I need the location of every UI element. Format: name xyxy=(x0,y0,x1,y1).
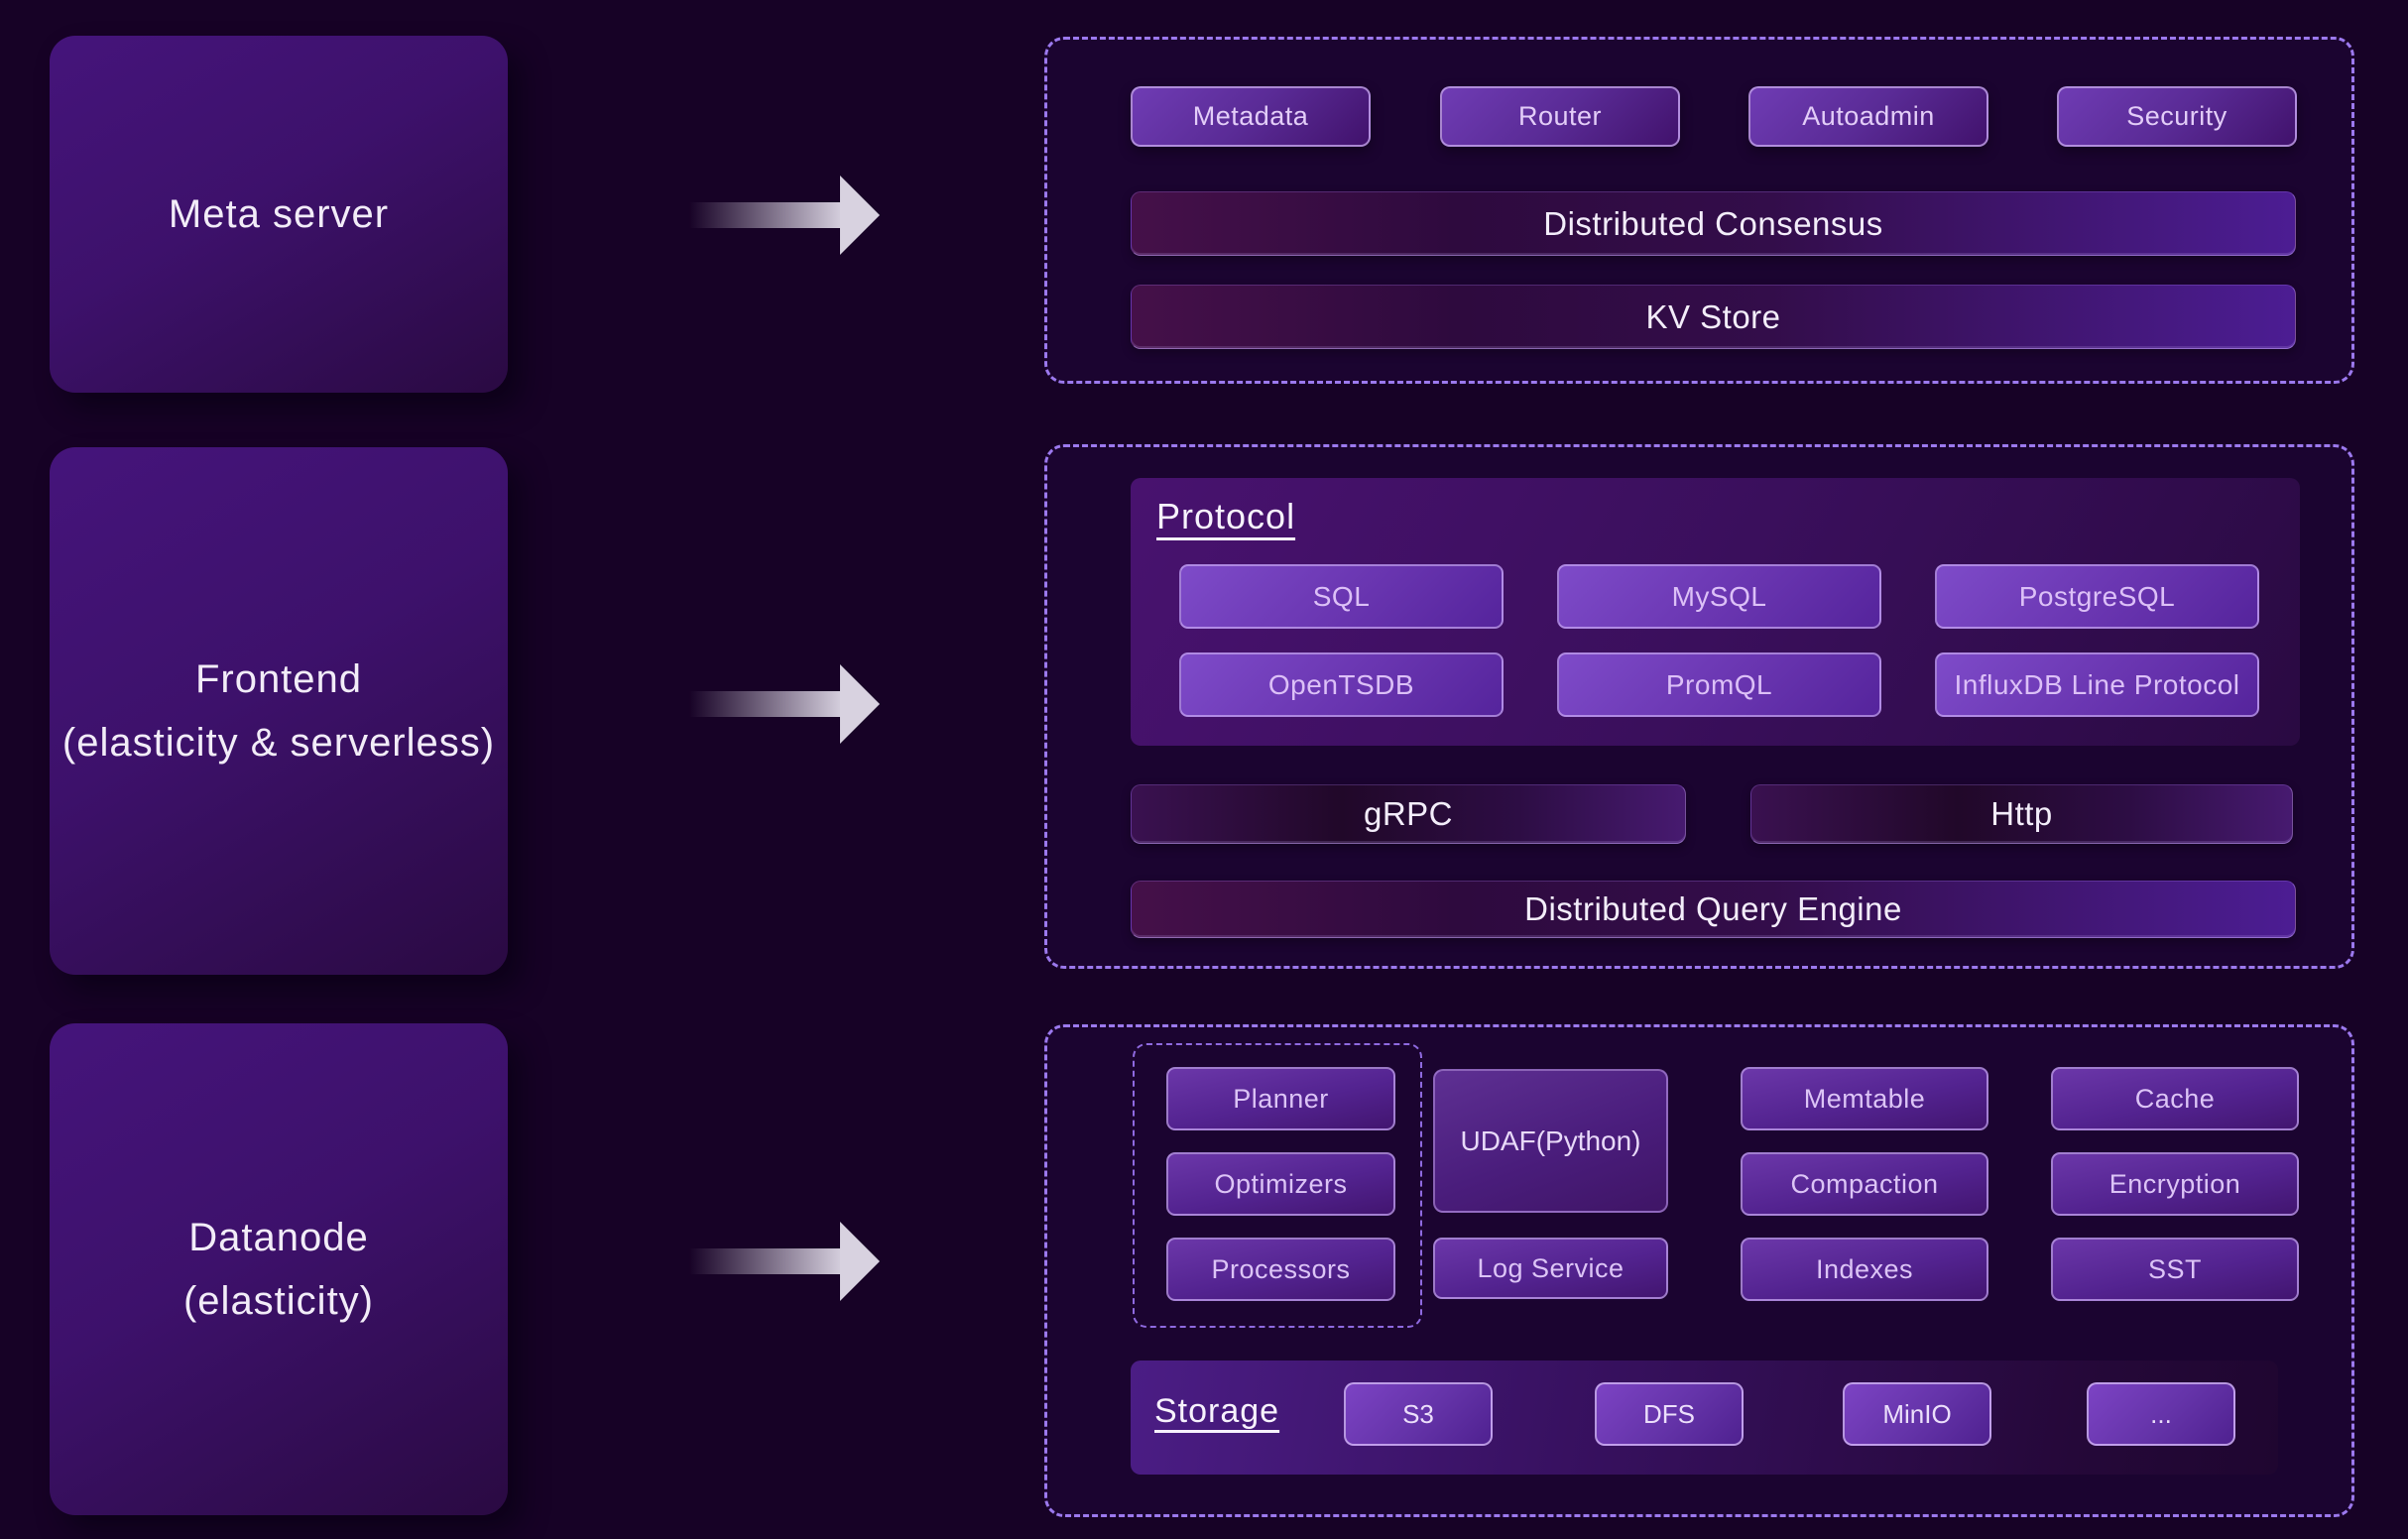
chip-compaction: Compaction xyxy=(1741,1152,1988,1216)
box-udaf-python-label: UDAF(Python) xyxy=(1460,1125,1640,1157)
arrow-head xyxy=(840,176,880,255)
chip-processors-label: Processors xyxy=(1211,1254,1350,1285)
chip-dfs-label: DFS xyxy=(1643,1399,1695,1430)
chip-mysql: MySQL xyxy=(1557,564,1881,629)
chip-security-label: Security xyxy=(2126,101,2227,132)
query-components-group: Planner Optimizers Processors xyxy=(1133,1043,1422,1328)
chip-autoadmin: Autoadmin xyxy=(1748,86,1988,147)
node-datanode: Datanode (elasticity) xyxy=(50,1023,508,1515)
storage-panel: Storage S3 DFS MinIO ... xyxy=(1131,1361,2278,1475)
node-datanode-label: Datanode xyxy=(188,1206,368,1269)
section-meta-server: Metadata Router Autoadmin Security Distr… xyxy=(1044,37,2354,384)
protocol-panel: Protocol SQL MySQL PostgreSQL OpenTSDB P… xyxy=(1131,478,2300,746)
chip-metadata: Metadata xyxy=(1131,86,1371,147)
chip-minio-label: MinIO xyxy=(1882,1399,1951,1430)
node-meta-server: Meta server xyxy=(50,36,508,393)
chip-sst: SST xyxy=(2051,1238,2299,1301)
chip-mysql-label: MySQL xyxy=(1672,581,1767,613)
chip-optimizers: Optimizers xyxy=(1166,1152,1395,1216)
chip-metadata-label: Metadata xyxy=(1193,101,1309,132)
chip-minio: MinIO xyxy=(1843,1382,1991,1446)
chip-influxdb-line-protocol: InfluxDB Line Protocol xyxy=(1935,652,2259,717)
arrow-tail xyxy=(689,202,844,228)
chip-planner-label: Planner xyxy=(1233,1084,1329,1115)
chip-autoadmin-label: Autoadmin xyxy=(1802,101,1935,132)
bar-kv-store-label: KV Store xyxy=(1645,298,1780,336)
node-frontend-sublabel: (elasticity & serverless) xyxy=(62,711,495,774)
chip-encryption-label: Encryption xyxy=(2109,1169,2241,1200)
chip-planner: Planner xyxy=(1166,1067,1395,1130)
architecture-diagram: Meta server Frontend (elasticity & serve… xyxy=(0,0,2408,1539)
chip-optimizers-label: Optimizers xyxy=(1214,1169,1347,1200)
box-udaf-python: UDAF(Python) xyxy=(1433,1069,1668,1213)
section-datanode: Planner Optimizers Processors UDAF(Pytho… xyxy=(1044,1024,2354,1517)
chip-cache: Cache xyxy=(2051,1067,2299,1130)
chip-s3: S3 xyxy=(1344,1382,1493,1446)
chip-indexes: Indexes xyxy=(1741,1238,1988,1301)
chip-s3-label: S3 xyxy=(1402,1399,1434,1430)
chip-opentsdb: OpenTSDB xyxy=(1179,652,1504,717)
bar-distributed-consensus: Distributed Consensus xyxy=(1131,191,2296,256)
chip-cache-label: Cache xyxy=(2135,1084,2216,1115)
chip-compaction-label: Compaction xyxy=(1790,1169,1938,1200)
bar-http-label: Http xyxy=(1990,795,2053,833)
arrow-head xyxy=(840,1222,880,1301)
right-arrow-icon xyxy=(689,176,880,255)
chip-log-service-label: Log Service xyxy=(1477,1253,1624,1284)
bar-kv-store: KV Store xyxy=(1131,285,2296,349)
chip-promql-label: PromQL xyxy=(1666,669,1772,701)
chip-dfs: DFS xyxy=(1595,1382,1744,1446)
bar-distributed-query-engine-label: Distributed Query Engine xyxy=(1524,890,1902,928)
right-arrow-icon xyxy=(689,1222,880,1301)
bar-grpc-label: gRPC xyxy=(1364,795,1453,833)
chip-sql: SQL xyxy=(1179,564,1504,629)
bar-distributed-query-engine: Distributed Query Engine xyxy=(1131,881,2296,938)
chip-indexes-label: Indexes xyxy=(1816,1254,1913,1285)
chip-log-service: Log Service xyxy=(1433,1238,1668,1299)
chip-router: Router xyxy=(1440,86,1680,147)
chip-influxdb-line-protocol-label: InfluxDB Line Protocol xyxy=(1954,669,2239,701)
node-meta-server-label: Meta server xyxy=(169,182,389,246)
protocol-title: Protocol xyxy=(1156,496,1295,537)
right-arrow-icon xyxy=(689,664,880,744)
chip-router-label: Router xyxy=(1518,101,1602,132)
chip-sst-label: SST xyxy=(2148,1254,2202,1285)
chip-more-label: ... xyxy=(2150,1399,2172,1430)
node-frontend-label: Frontend xyxy=(195,648,362,711)
chip-memtable: Memtable xyxy=(1741,1067,1988,1130)
chip-more: ... xyxy=(2087,1382,2235,1446)
storage-title: Storage xyxy=(1154,1392,1279,1431)
node-frontend: Frontend (elasticity & serverless) xyxy=(50,447,508,975)
chip-postgresql: PostgreSQL xyxy=(1935,564,2259,629)
chip-encryption: Encryption xyxy=(2051,1152,2299,1216)
node-datanode-sublabel: (elasticity) xyxy=(183,1269,374,1333)
chip-memtable-label: Memtable xyxy=(1804,1084,1926,1115)
chip-sql-label: SQL xyxy=(1313,581,1371,613)
chip-processors: Processors xyxy=(1166,1238,1395,1301)
arrow-head xyxy=(840,664,880,744)
bar-distributed-consensus-label: Distributed Consensus xyxy=(1543,205,1883,243)
chip-postgresql-label: PostgreSQL xyxy=(2019,581,2176,613)
section-frontend: Protocol SQL MySQL PostgreSQL OpenTSDB P… xyxy=(1044,444,2354,969)
arrow-tail xyxy=(689,691,844,717)
chip-promql: PromQL xyxy=(1557,652,1881,717)
bar-grpc: gRPC xyxy=(1131,784,1686,844)
chip-security: Security xyxy=(2057,86,2297,147)
arrow-tail xyxy=(689,1248,844,1274)
bar-http: Http xyxy=(1750,784,2293,844)
chip-opentsdb-label: OpenTSDB xyxy=(1268,669,1414,701)
